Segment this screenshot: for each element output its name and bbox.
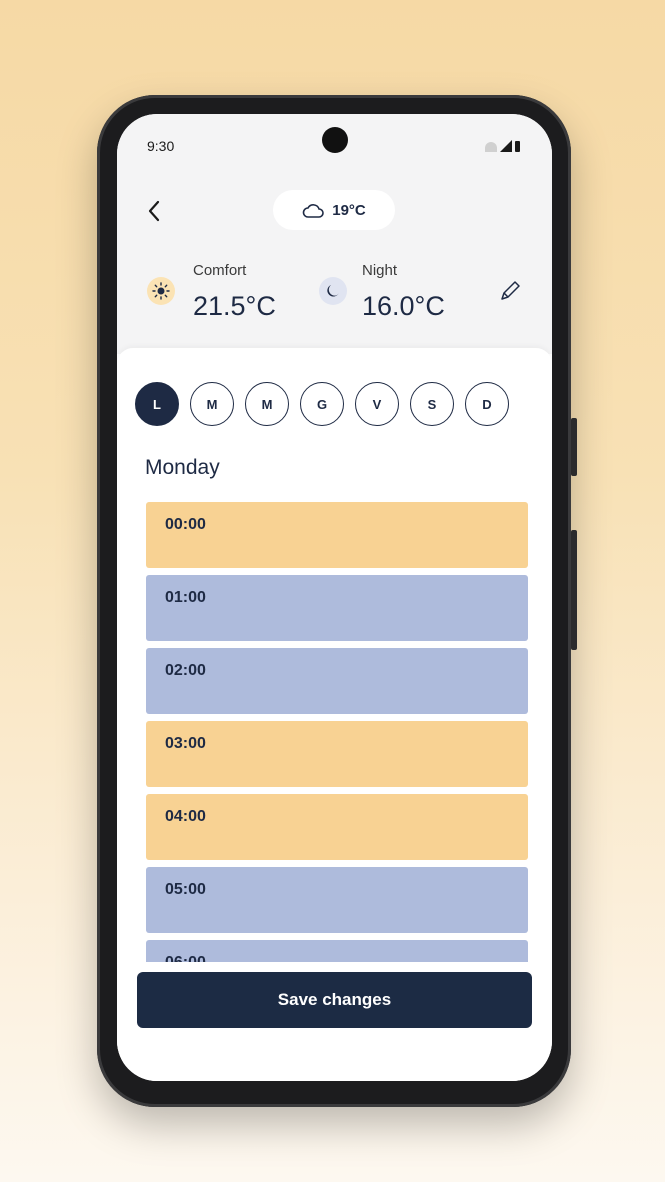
day-title: Monday — [145, 456, 220, 479]
status-time: 9:30 — [147, 138, 175, 154]
day-button-friday[interactable]: V — [355, 382, 399, 426]
cloud-icon — [302, 204, 325, 218]
sun-glyph — [152, 282, 170, 300]
save-changes-button[interactable]: Save changes — [137, 972, 532, 1028]
signal-icon — [500, 140, 512, 152]
day-selector: L M M G V S D — [135, 382, 509, 426]
weather-temp: 19°C — [332, 201, 366, 219]
night-value: 16.0°C — [362, 291, 445, 321]
day-button-sunday[interactable]: D — [465, 382, 509, 426]
time-slot[interactable]: 00:00 — [146, 502, 528, 568]
front-camera — [322, 127, 348, 153]
comfort-value: 21.5°C — [193, 291, 276, 321]
battery-icon — [515, 141, 520, 152]
time-slot[interactable]: 06:00 — [146, 940, 528, 962]
day-button-tuesday[interactable]: M — [190, 382, 234, 426]
sun-icon — [147, 277, 175, 305]
wifi-icon — [485, 142, 497, 152]
pencil-icon — [501, 281, 520, 300]
status-icons — [485, 140, 520, 152]
time-slot[interactable]: 02:00 — [146, 648, 528, 714]
time-slot[interactable]: 05:00 — [146, 867, 528, 933]
edit-button[interactable] — [496, 277, 524, 305]
chevron-left-icon — [148, 200, 160, 222]
time-slot[interactable]: 04:00 — [146, 794, 528, 860]
night-label: Night — [362, 262, 398, 279]
back-button[interactable] — [147, 196, 177, 230]
moon-glyph — [327, 285, 339, 297]
moon-icon — [319, 277, 347, 305]
volume-button — [571, 418, 577, 476]
weather-pill: 19°C — [273, 190, 395, 230]
comfort-label: Comfort — [193, 262, 247, 279]
day-button-monday[interactable]: L — [135, 382, 179, 426]
time-slot[interactable]: 03:00 — [146, 721, 528, 787]
day-button-wednesday[interactable]: M — [245, 382, 289, 426]
time-slot-list[interactable]: 00:00 01:00 02:00 03:00 04:00 05:00 06:0… — [146, 502, 528, 962]
day-button-thursday[interactable]: G — [300, 382, 344, 426]
day-button-saturday[interactable]: S — [410, 382, 454, 426]
power-button — [571, 530, 577, 650]
time-slot[interactable]: 01:00 — [146, 575, 528, 641]
app-screen: 9:30 19°C Comfort 21.5°C Night 16.0°C L … — [117, 114, 552, 1081]
